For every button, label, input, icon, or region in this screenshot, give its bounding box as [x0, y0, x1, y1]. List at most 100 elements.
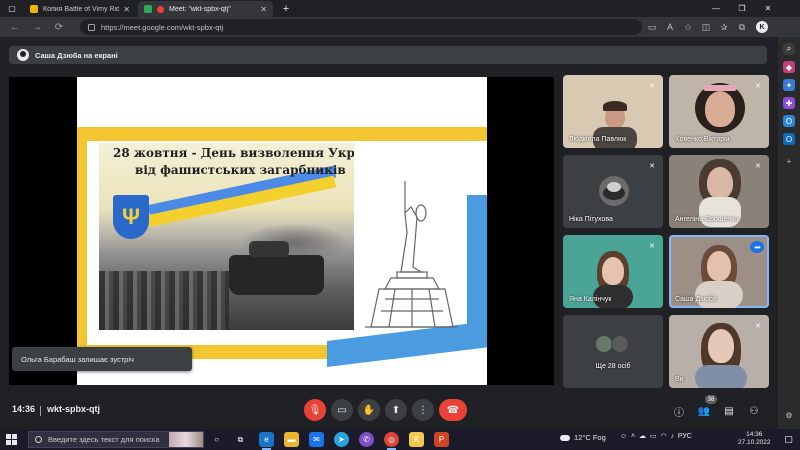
participant-name: Людмила Павлюк — [569, 136, 627, 143]
chevron-up-icon[interactable]: ˄ — [631, 433, 635, 440]
tab-label: Копия Battle of Vimy Ridge The... — [43, 5, 120, 13]
tab-vimy-ridge[interactable]: Копия Battle of Vimy Ridge The... ✕ — [24, 1, 136, 17]
close-tab-icon[interactable]: ✕ — [123, 5, 130, 14]
shared-slide: Ψ 28 жовтня - День визволення України ві… — [77, 77, 487, 385]
participant-tile[interactable]: ✕ Ангеліна Єрошенко — [669, 155, 769, 228]
meeting-info-icon[interactable]: ⓘ — [672, 404, 686, 419]
taskbar-search[interactable]: Введите здесь текст для поиска — [28, 431, 204, 448]
collections-icon[interactable]: ⧉ — [736, 21, 748, 33]
weather-widget[interactable]: 12°C Fog — [560, 433, 606, 442]
present-screen-icon: ⬆ — [391, 404, 401, 416]
system-tray[interactable]: ☺ ˄ ☁ ▭ ◠ ♪ РУС — [620, 432, 692, 440]
back-button[interactable]: ← — [8, 20, 22, 34]
participant-name: Ви — [675, 376, 684, 383]
restore-button[interactable]: ❐ — [730, 0, 754, 17]
url-text: https://meet.google.com/wkt-spbx-qtj — [101, 22, 224, 32]
tab-meet[interactable]: Meet: "wkt-spbx-qtj" ✕ — [138, 1, 273, 17]
participant-tile[interactable]: ✕ Ніка Пітухова — [563, 155, 663, 228]
participant-tile[interactable]: ✕ Ховенко Вікторія — [669, 75, 769, 148]
hang-up-icon: ☎ — [446, 404, 460, 416]
camera-indicator-icon[interactable]: ▭ — [646, 21, 658, 33]
chrome-taskbar-icon[interactable]: ◎ — [384, 432, 399, 450]
meeting-code: wkt-spbx-qtj — [47, 404, 100, 414]
trident-icon: Ψ — [113, 195, 149, 239]
outlook-icon[interactable]: O — [783, 133, 795, 145]
forward-button[interactable]: → — [30, 20, 44, 34]
profile-avatar[interactable]: K — [756, 21, 768, 33]
participant-name: Яна Калінчук — [569, 296, 612, 303]
leave-call-button[interactable]: ☎ — [439, 399, 467, 421]
participant-tile[interactable]: ✕ Людмила Павлюк — [563, 75, 663, 148]
crowd-shape — [99, 271, 229, 330]
settings-icon[interactable]: ⚙ — [783, 409, 795, 421]
close-window-button[interactable]: ✕ — [756, 0, 780, 17]
viber-taskbar-icon[interactable]: ✆ — [359, 432, 374, 447]
split-screen-icon[interactable]: ◫ — [700, 21, 712, 33]
present-button[interactable]: ⬆ — [385, 399, 407, 421]
office-icon[interactable]: O — [783, 115, 795, 127]
muted-mic-icon: ✕ — [755, 83, 761, 90]
raise-hand-button[interactable]: ✋ — [358, 399, 380, 421]
camera-icon: ▭ — [337, 404, 347, 416]
more-options-icon[interactable]: ••• — [750, 241, 764, 253]
minimize-button[interactable]: — — [704, 0, 728, 17]
presentation-stage[interactable]: Ψ 28 жовтня - День визволення України ві… — [9, 77, 554, 385]
clock-date: 27.10.2022 — [738, 439, 771, 446]
reload-button[interactable]: ⟳ — [52, 20, 66, 34]
leave-notification-text: Ольга Барабаш залишає зустріч — [21, 354, 134, 364]
participant-tile[interactable]: ✕ Яна Калінчук — [563, 235, 663, 308]
meet-favicon-icon — [144, 5, 152, 13]
slides-favicon-icon — [30, 5, 38, 13]
self-tile[interactable]: ✕ Ви — [669, 315, 769, 388]
new-tab-button[interactable]: + — [274, 0, 298, 17]
telegram-taskbar-icon[interactable]: ➤ — [334, 432, 349, 447]
favorites-icon[interactable]: ✰ — [718, 21, 730, 33]
notifications-icon[interactable]: ▢ — [781, 432, 796, 447]
more-options-button[interactable]: ⋮ — [412, 399, 434, 421]
onedrive-icon[interactable]: ☁ — [639, 433, 646, 440]
search-icon[interactable]: ⌕ — [783, 43, 795, 55]
close-tab-icon[interactable]: ✕ — [260, 5, 267, 14]
meeting-time: 14:36 — [12, 404, 36, 414]
edge-taskbar-icon[interactable]: e — [259, 432, 274, 450]
kahoot-taskbar-icon[interactable]: K — [409, 432, 424, 447]
people-tray-icon[interactable]: ☺ — [620, 433, 627, 440]
participant-tile-speaking[interactable]: ••• Саша Дзюба — [669, 235, 769, 308]
windows-start-icon[interactable] — [6, 434, 17, 445]
participant-body — [695, 281, 743, 308]
add-icon[interactable]: + — [783, 155, 795, 167]
cortana-icon[interactable]: ○ — [209, 432, 224, 447]
tab-actions-icon[interactable]: ▢ — [0, 0, 24, 17]
powerpoint-taskbar-icon[interactable]: P — [434, 432, 449, 447]
people-icon[interactable]: 👥 — [697, 404, 711, 418]
favorite-star-icon[interactable]: ☆ — [682, 21, 694, 33]
cloud-icon — [560, 434, 570, 441]
language-indicator[interactable]: РУС — [678, 433, 692, 440]
taskbar-search-placeholder: Введите здесь текст для поиска — [48, 435, 160, 444]
battery-icon[interactable]: ▭ — [650, 433, 657, 440]
tools-icon[interactable]: ✦ — [783, 79, 795, 91]
address-bar[interactable]: https://meet.google.com/wkt-spbx-qtj — [80, 19, 642, 35]
participant-face — [707, 251, 731, 281]
chat-icon[interactable]: ▤ — [722, 404, 736, 418]
task-view-icon[interactable]: ⧉ — [233, 432, 248, 447]
participant-name: Ангеліна Єрошенко — [675, 216, 739, 223]
activities-icon[interactable]: ⚇ — [747, 404, 761, 418]
tank-shape — [229, 241, 324, 295]
windows-taskbar: Введите здесь текст для поиска ○ ⧉ e ▬ ✉… — [0, 429, 800, 450]
muted-mic-icon: ✕ — [755, 323, 761, 330]
participant-avatar — [599, 176, 629, 206]
games-icon[interactable]: ✚ — [783, 97, 795, 109]
camera-toggle-button[interactable]: ▭ — [331, 399, 353, 421]
participant-face — [602, 257, 624, 285]
mail-taskbar-icon[interactable]: ✉ — [309, 432, 324, 447]
volume-icon[interactable]: ♪ — [670, 433, 674, 440]
wifi-icon[interactable]: ◠ — [660, 433, 666, 440]
shopping-icon[interactable]: ◆ — [783, 61, 795, 73]
reader-view-icon[interactable]: A — [664, 21, 676, 33]
explorer-taskbar-icon[interactable]: ▬ — [284, 432, 299, 447]
hand-icon: ✋ — [362, 404, 376, 416]
more-participants-tile[interactable]: Ще 28 осіб — [563, 315, 663, 388]
taskbar-clock[interactable]: 14:36 27.10.2022 — [738, 431, 771, 447]
mic-toggle-button[interactable]: 🎙 — [304, 399, 326, 421]
